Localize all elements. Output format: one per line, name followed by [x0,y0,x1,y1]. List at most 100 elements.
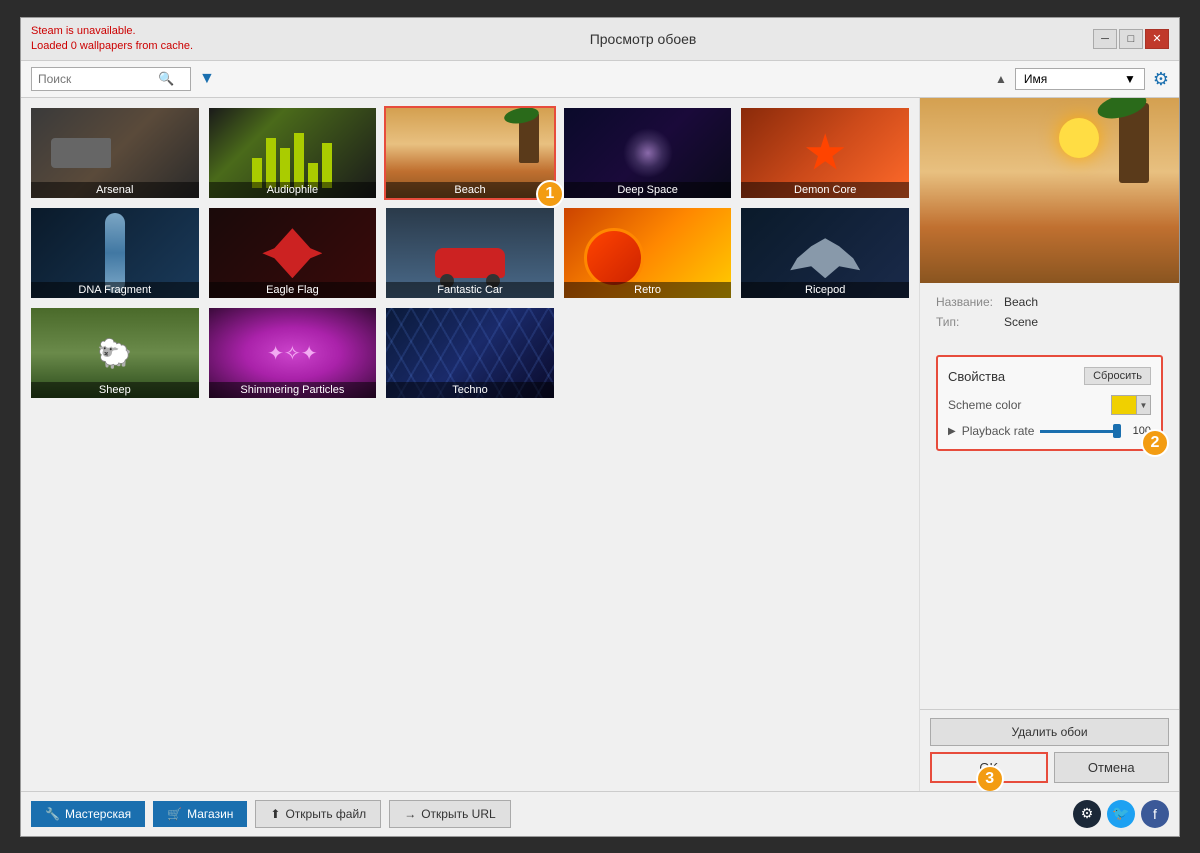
main-area: Arsenal [21,98,1179,790]
facebook-icon[interactable]: f [1141,800,1169,828]
color-swatch-wrapper[interactable]: ▼ [1111,395,1151,415]
delete-button[interactable]: Удалить обои [930,718,1169,746]
main-window: Steam is unavailable. Loaded 0 wallpaper… [20,17,1180,837]
right-panel: Название: Beach Тип: Scene Свойства Сбро… [919,98,1179,790]
wallpaper-grid-area: Arsenal [21,98,919,790]
maximize-button[interactable]: □ [1119,29,1143,49]
window-title: Просмотр обоев [590,31,697,47]
eagle-shape-icon [262,228,322,278]
scheme-color-row: Scheme color ▼ [948,395,1151,415]
thumb-label-beach: Beach [386,182,554,198]
minimize-button[interactable]: ─ [1093,29,1117,49]
thumbnail-container-arsenal: Arsenal [29,106,201,200]
warning-line1: Steam is unavailable. [31,24,193,39]
info-row-name: Название: Beach [936,295,1163,309]
arrow-icon: → [404,807,416,821]
social-icons: ⚙ 🐦 f [1073,800,1169,828]
bar2 [266,138,276,188]
thumbnail-shimmering[interactable]: ✦✧✦ Shimmering Particles [207,306,379,400]
thumb-label-dnafragment: DNA Fragment [31,282,199,298]
thumbnail-fantasticcar[interactable]: Fantastic Car [384,206,556,300]
type-label: Тип: [936,315,996,329]
filter-icon[interactable]: ▼ [199,70,215,88]
thumb-label-fantasticcar: Fantastic Car [386,282,554,298]
search-icon: 🔍 [158,71,174,87]
slider-track [1040,430,1121,433]
workshop-button[interactable]: 🔧 Мастерская [31,801,145,827]
sort-chevron-icon: ▼ [1124,72,1136,86]
thumbnail-ricepod[interactable]: Ricepod [739,206,911,300]
color-dropdown-arrow[interactable]: ▼ [1136,396,1150,414]
thumb-label-ricepod: Ricepod [741,282,909,298]
thumb-label-audiophile: Audiophile [209,182,377,198]
steam-icon[interactable]: ⚙ [1073,800,1101,828]
thumbnail-beach[interactable]: Beach [384,106,556,200]
scheme-color-label: Scheme color [948,398,1021,412]
play-arrow-icon[interactable]: ▶ [948,426,956,437]
search-input[interactable] [38,72,158,86]
window-controls: ─ □ ✕ [1093,29,1169,49]
props-title: Свойства [948,369,1005,384]
thumbnail-container-beach: Beach 1 [384,106,556,200]
info-section: Название: Beach Тип: Scene [920,283,1179,347]
right-bottom: Удалить обои OK Отмена 3 [920,709,1179,791]
thumbnail-audiophile[interactable]: Audiophile [207,106,379,200]
thumbnail-container-dnafragment: DNA Fragment [29,206,201,300]
thumbnail-eagleflag[interactable]: Eagle Flag [207,206,379,300]
warning-line2: Loaded 0 wallpapers from cache. [31,39,193,54]
gun-shape [51,138,111,168]
playback-label: Playback rate [962,424,1035,438]
sort-direction-icon[interactable]: ▲ [995,72,1007,86]
bottom-bar: 🔧 Мастерская 🛒 Магазин ⬆ Открыть файл → … [21,791,1179,836]
thumb-label-demoncore: Demon Core [741,182,909,198]
thumbnail-container-deepspace: Deep Space [562,106,734,200]
sheep-emoji: 🐑 [97,337,132,370]
slider-thumb[interactable] [1113,424,1121,438]
sort-dropdown[interactable]: Имя ▼ [1015,68,1145,90]
thumb-label-deepspace: Deep Space [564,182,732,198]
color-swatch[interactable] [1112,396,1136,414]
name-label: Название: [936,295,996,309]
playback-row: ▶ Playback rate 100 [948,423,1151,439]
playback-slider[interactable] [1040,423,1121,439]
preview-sun [1059,118,1099,158]
thumb-label-techno: Techno [386,382,554,398]
open-file-button[interactable]: ⬆ Открыть файл [255,800,381,828]
close-button[interactable]: ✕ [1145,29,1169,49]
gear-icon[interactable]: ⚙ [1153,69,1169,90]
thumbnail-techno[interactable]: Techno [384,306,556,400]
sort-label: Имя [1024,72,1047,86]
thumbnail-deepspace[interactable]: Deep Space [562,106,734,200]
wrench-icon: 🔧 [45,807,60,821]
thumbnail-sheep[interactable]: 🐑 Sheep [29,306,201,400]
search-box: 🔍 [31,67,191,91]
badge-1: 1 [536,180,564,208]
cancel-button[interactable]: Отмена [1054,752,1170,783]
ok-cancel-row: OK Отмена 3 [930,752,1169,783]
dna-helix-icon [105,213,125,293]
title-bar: Steam is unavailable. Loaded 0 wallpaper… [21,18,1179,62]
shop-button[interactable]: 🛒 Магазин [153,801,247,827]
badge-3: 3 [976,765,1004,791]
thumbnail-container-fantasticcar: Fantastic Car [384,206,556,300]
thumb-label-arsenal: Arsenal [31,182,199,198]
bar-viz [209,128,377,188]
spaceship-shape-icon [790,238,860,278]
twitter-icon[interactable]: 🐦 [1107,800,1135,828]
thumbnail-dnafragment[interactable]: DNA Fragment [29,206,201,300]
thumb-label-retro: Retro [564,282,732,298]
open-url-button[interactable]: → Открыть URL [389,800,510,828]
thumbnail-demoncore[interactable]: Demon Core [739,106,911,200]
thumb-label-shimmering: Shimmering Particles [209,382,377,398]
preview-palm [1119,103,1149,183]
toolbar: 🔍 ▼ ▲ Имя ▼ ⚙ [21,61,1179,98]
thumbnail-retro[interactable]: Retro [562,206,734,300]
thumbnail-arsenal[interactable]: Arsenal [29,106,201,200]
thumbnail-container-sheep: 🐑 Sheep [29,306,201,400]
type-value: Scene [1004,315,1038,329]
reset-button[interactable]: Сбросить [1084,367,1151,385]
thumbnail-container-retro: Retro [562,206,734,300]
palm-tree-icon [519,113,539,163]
thumbnail-container-ricepod: Ricepod [739,206,911,300]
upload-icon: ⬆ [270,807,280,821]
